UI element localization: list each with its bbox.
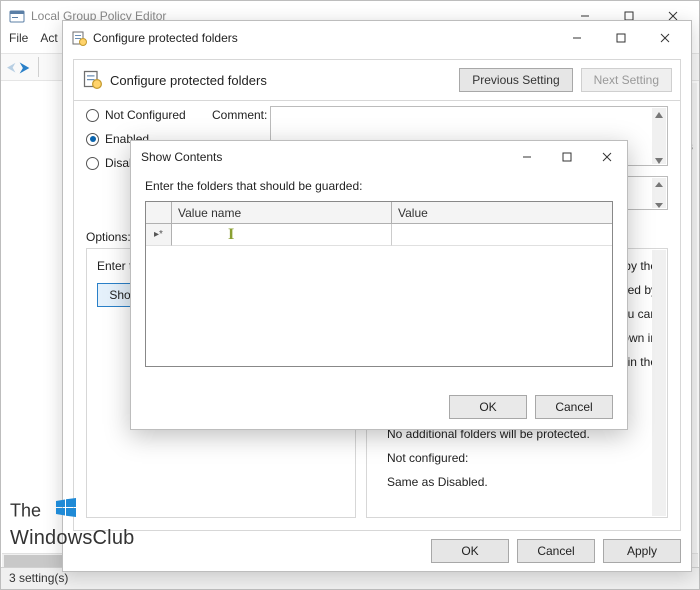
grid-new-row[interactable]: ▸* I (146, 224, 612, 246)
show-contents-title: Show Contents (141, 150, 507, 164)
radio-label: Not Configured (105, 108, 186, 122)
show-contents-titlebar: Show Contents (131, 141, 627, 173)
window-controls (507, 143, 627, 171)
radio-not-configured[interactable]: Not Configured (86, 108, 186, 122)
dialog-buttons: OK Cancel Apply (431, 539, 681, 563)
config-header: Configure protected folders Previous Set… (74, 60, 680, 100)
ok-button[interactable]: OK (431, 539, 509, 563)
next-setting-button[interactable]: Next Setting (581, 68, 672, 92)
watermark-line1: The (10, 496, 134, 527)
options-label: Options: (86, 230, 131, 244)
config-title: Configure protected folders (93, 31, 555, 45)
policy-icon (71, 30, 87, 46)
value-cell[interactable] (392, 224, 612, 246)
scrollbar-thumb[interactable] (4, 555, 66, 567)
ok-button[interactable]: OK (449, 395, 527, 419)
scrollbar[interactable] (652, 108, 666, 164)
close-button[interactable] (643, 24, 687, 52)
back-icon[interactable]: ⮜ (7, 60, 16, 75)
value-name-cell[interactable]: I (172, 224, 392, 246)
column-value[interactable]: Value (392, 202, 612, 224)
radio-icon (86, 157, 99, 170)
column-value-name[interactable]: Value name (172, 202, 392, 224)
close-button[interactable] (587, 143, 627, 171)
gpedit-icon (9, 8, 25, 24)
status-text: 3 setting(s) (9, 571, 68, 585)
show-contents-window: Show Contents Enter the folders that sho… (130, 140, 628, 430)
previous-setting-button[interactable]: Previous Setting (459, 68, 572, 92)
watermark-line2: WindowsClub (10, 527, 134, 550)
radio-icon (86, 109, 99, 122)
row-indicator: ▸* (146, 224, 172, 246)
windows-logo-icon (54, 496, 78, 525)
dialog-buttons: OK Cancel (449, 395, 613, 419)
instruction-text: Enter the folders that should be guarded… (131, 173, 627, 201)
help-notconfigured-text: Same as Disabled. (377, 473, 657, 491)
policy-icon (82, 69, 102, 92)
cancel-button[interactable]: Cancel (517, 539, 595, 563)
maximize-button[interactable] (547, 143, 587, 171)
row-header-corner (146, 202, 172, 224)
help-notconfigured-heading: Not configured: (377, 449, 657, 467)
scrollbar[interactable] (652, 250, 666, 516)
text-cursor-icon: I (228, 226, 234, 244)
radio-icon (86, 133, 99, 146)
apply-button[interactable]: Apply (603, 539, 681, 563)
config-titlebar: Configure protected folders (63, 21, 691, 55)
cancel-button[interactable]: Cancel (535, 395, 613, 419)
grid-header: Value name Value (146, 202, 612, 224)
window-controls (555, 24, 687, 52)
separator (38, 57, 39, 77)
config-heading: Configure protected folders (110, 73, 451, 88)
comment-label: Comment: (212, 108, 267, 122)
menu-action[interactable]: Act (40, 31, 57, 53)
minimize-button[interactable] (507, 143, 547, 171)
separator (74, 100, 680, 101)
maximize-button[interactable] (599, 24, 643, 52)
minimize-button[interactable] (555, 24, 599, 52)
watermark: The WindowsClub (10, 496, 134, 550)
scrollbar[interactable] (652, 178, 666, 208)
menu-file[interactable]: File (9, 31, 28, 53)
forward-icon[interactable]: ⮞ (20, 59, 30, 76)
values-grid[interactable]: Value name Value ▸* I (145, 201, 613, 367)
